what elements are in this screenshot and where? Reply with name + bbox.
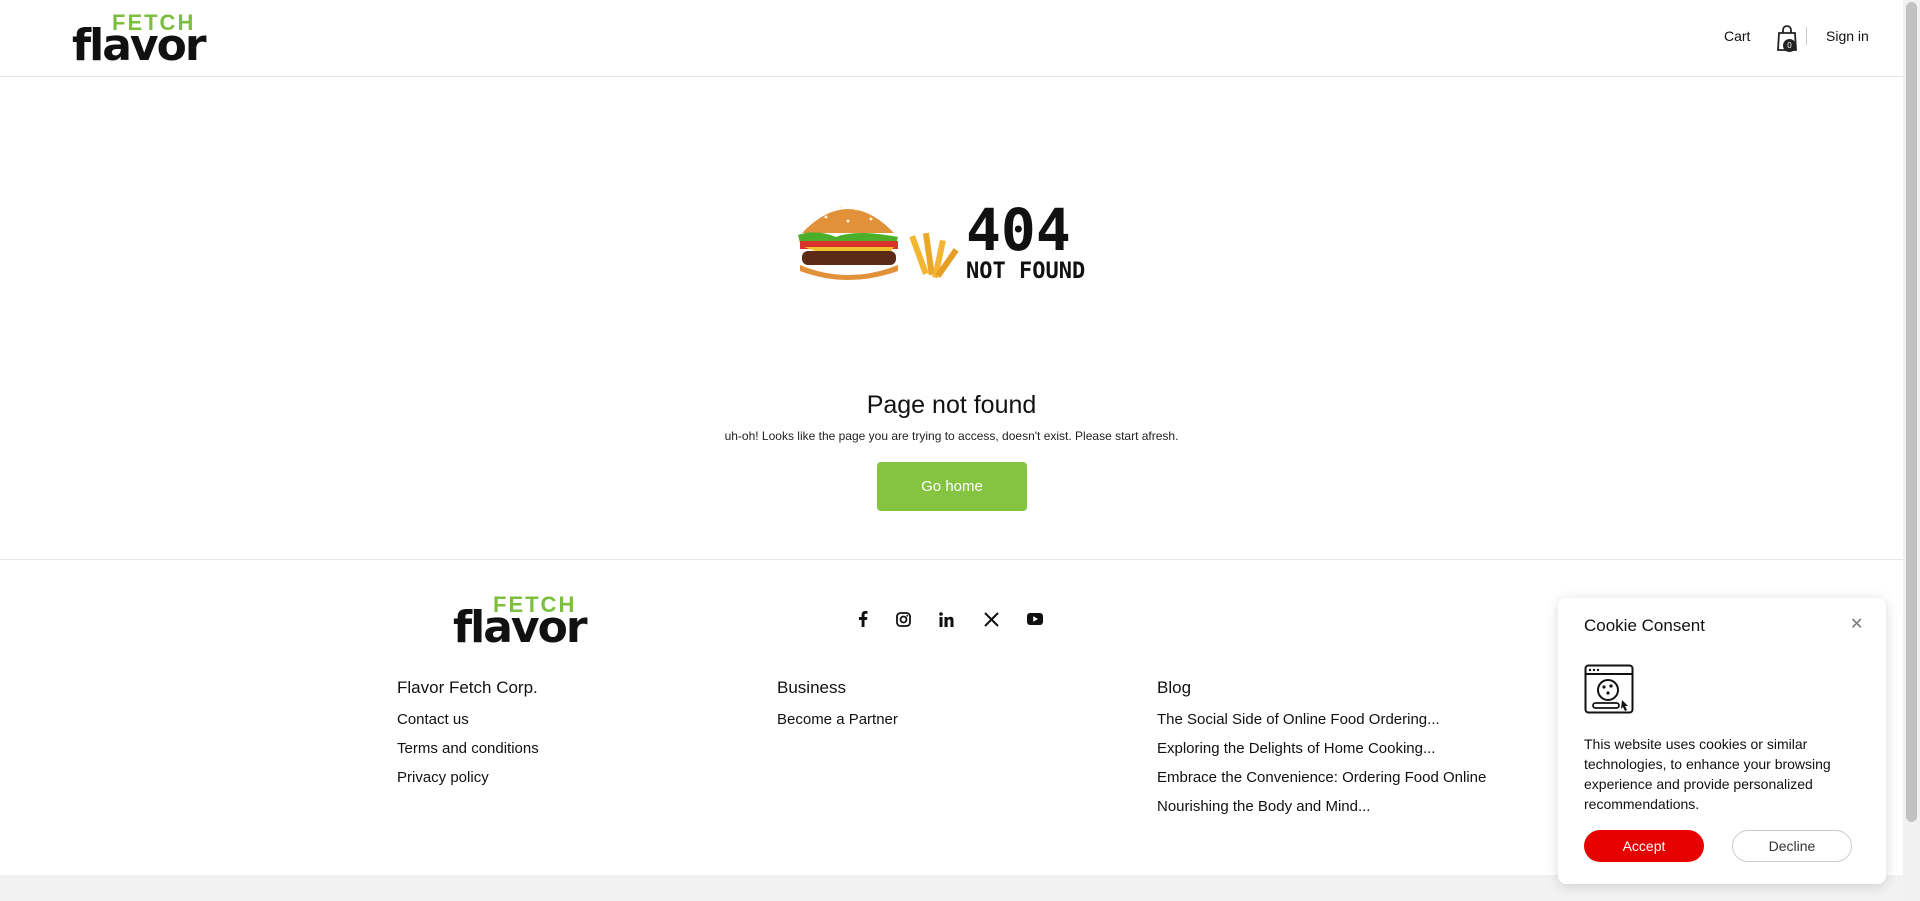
cookie-decline-button[interactable]: Decline xyxy=(1732,830,1852,862)
youtube-icon[interactable] xyxy=(1024,608,1046,630)
footer-link-blog-1[interactable]: The Social Side of Online Food Ordering.… xyxy=(1157,710,1486,739)
footer-column-corp: Flavor Fetch Corp. Contact us Terms and … xyxy=(397,678,539,797)
page-title: Page not found xyxy=(866,391,1037,419)
footer-column-title: Blog xyxy=(1157,678,1192,697)
burger-404-illustration: 404 NOT FOUND xyxy=(798,196,1085,284)
footer-logo[interactable]: FETCH flavor xyxy=(453,592,603,653)
footer-link-blog-2[interactable]: Exploring the Delights of Home Cooking..… xyxy=(1157,739,1486,768)
go-home-button[interactable]: Go home xyxy=(877,462,1027,511)
cookie-description: This website uses cookies or similar tec… xyxy=(1584,736,1831,812)
instagram-icon[interactable] xyxy=(892,608,914,630)
linkedin-icon[interactable] xyxy=(935,608,957,630)
burger-graphic xyxy=(798,205,898,280)
footer-link-blog-4[interactable]: Nourishing the Body and Mind... xyxy=(1157,797,1486,826)
nav-cart-link[interactable]: Cart xyxy=(1724,28,1750,44)
logo-flavor-text: flavor xyxy=(72,20,207,71)
close-icon[interactable]: ✕ xyxy=(1850,614,1863,634)
footer-column-business: Business Become a Partner xyxy=(777,678,898,739)
scrollbar-thumb[interactable] xyxy=(1906,2,1917,822)
x-icon[interactable] xyxy=(980,608,1002,630)
footer-link-terms[interactable]: Terms and conditions xyxy=(397,739,539,768)
footer-link-privacy[interactable]: Privacy policy xyxy=(397,768,539,797)
footer-column-title: Business xyxy=(777,678,846,697)
facebook-icon[interactable] xyxy=(852,608,874,630)
signin-link[interactable]: Sign in xyxy=(1826,28,1869,44)
404-text: 404 xyxy=(966,196,1071,264)
footer-column-title: Flavor Fetch Corp. xyxy=(397,678,538,697)
footer-link-blog-3[interactable]: Embrace the Convenience: Ordering Food O… xyxy=(1157,768,1486,797)
logo[interactable]: FETCH flavor xyxy=(72,10,222,71)
cookie-accept-button[interactable]: Accept xyxy=(1584,830,1704,862)
cookie-browser-icon xyxy=(1584,664,1634,714)
page-description: uh-oh! Looks like the page you are tryin… xyxy=(724,429,1179,443)
footer-column-blog: Blog The Social Side of Online Food Orde… xyxy=(1157,678,1486,826)
logo-flavor-text: flavor xyxy=(453,602,588,653)
cookie-consent-dialog: Cookie Consent ✕ This website uses cooki… xyxy=(1558,598,1886,884)
cookie-title: Cookie Consent xyxy=(1584,616,1705,635)
cart-count-badge: 0 xyxy=(1783,39,1796,52)
nav-divider xyxy=(1806,27,1807,45)
not-found-text: NOT FOUND xyxy=(966,259,1085,284)
footer-divider xyxy=(0,559,1903,560)
fries-graphic xyxy=(909,232,959,279)
footer-link-contact[interactable]: Contact us xyxy=(397,710,539,739)
footer-link-partner[interactable]: Become a Partner xyxy=(777,710,898,739)
site-header: FETCH flavor Cart 0 Sign in xyxy=(0,0,1903,77)
